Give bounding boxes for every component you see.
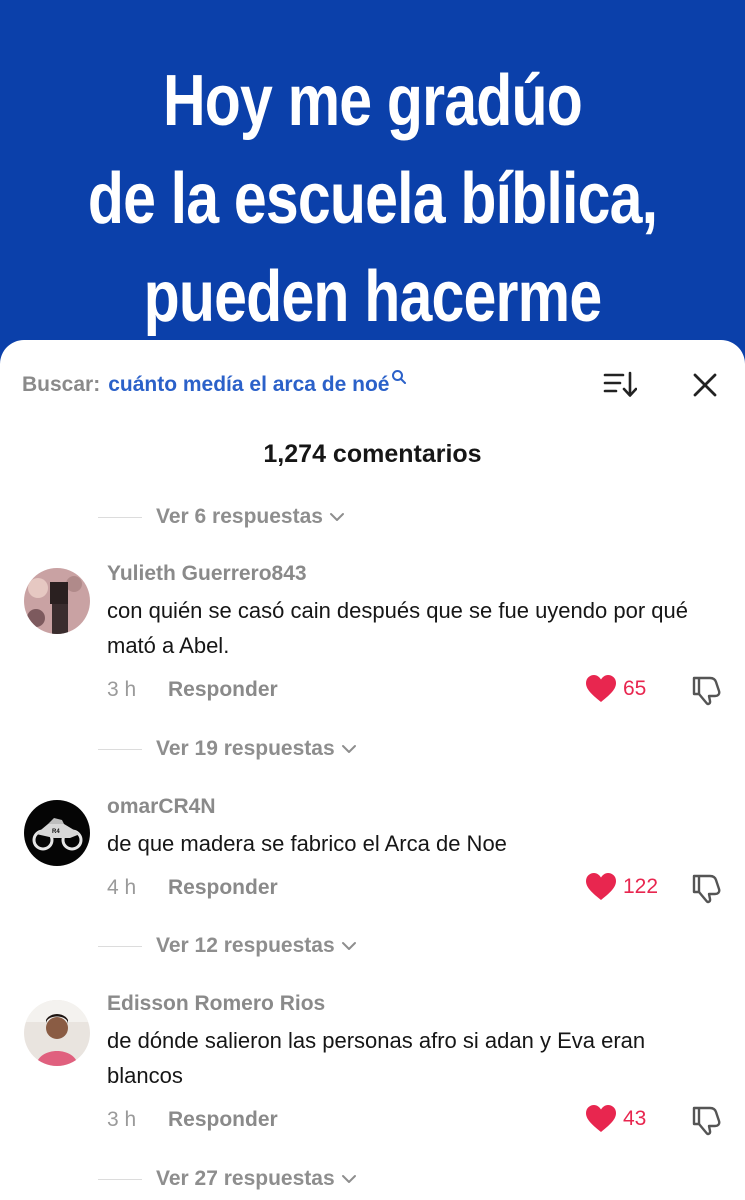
chevron-down-icon [329, 513, 344, 521]
dislike-icon[interactable] [690, 674, 722, 706]
avatar[interactable] [24, 1000, 90, 1066]
dislike-icon[interactable] [690, 1104, 722, 1136]
avatar[interactable] [24, 568, 90, 634]
like-count: 122 [623, 875, 659, 898]
view-replies-label: Ver 6 respuestas [156, 505, 323, 528]
search-mini-icon [392, 370, 407, 384]
comment-username[interactable]: omarCR4N [107, 795, 216, 819]
banner-line-2: de la escuela bíblica, [87, 159, 658, 239]
like-count: 43 [623, 1107, 647, 1130]
banner-line-1: Hoy me gradúo [162, 61, 583, 141]
view-replies-button[interactable]: Ver 6 respuestas [98, 503, 345, 531]
svg-text:R4: R4 [52, 829, 60, 835]
view-replies-label: Ver 19 respuestas [156, 737, 335, 760]
thread-divider [98, 1178, 142, 1180]
comment-time: 3 h [107, 678, 137, 701]
comment-username[interactable]: Yulieth Guerrero843 [107, 562, 307, 586]
reply-button[interactable]: Responder [168, 1108, 278, 1132]
dislike-icon[interactable] [690, 872, 722, 904]
heart-icon [586, 873, 616, 900]
like-button[interactable]: 122 [585, 872, 658, 902]
thread-divider [98, 748, 142, 750]
sort-icon[interactable] [603, 370, 637, 400]
view-replies-label: Ver 12 respuestas [156, 934, 335, 957]
comment-time: 3 h [107, 1108, 137, 1131]
chevron-down-icon [341, 1175, 356, 1183]
comment-time: 4 h [107, 876, 137, 899]
chevron-down-icon [341, 745, 356, 753]
view-replies-button[interactable]: Ver 27 respuestas [98, 1165, 357, 1193]
thread-divider [98, 516, 142, 518]
comments-count: 1,274 comentarios [263, 440, 482, 468]
close-icon[interactable] [690, 370, 720, 400]
reply-button[interactable]: Responder [168, 678, 278, 702]
search-suggestion[interactable]: Buscar: cuánto medía el arca de noé [22, 370, 407, 400]
heart-icon [586, 1105, 616, 1132]
heart-icon [586, 675, 616, 702]
view-replies-label: Ver 27 respuestas [156, 1167, 335, 1190]
search-label: Buscar: [22, 373, 101, 396]
comment-username[interactable]: Edisson Romero Rios [107, 992, 325, 1016]
comment-text: de dónde salieron las personas afro si a… [107, 1028, 646, 1088]
view-replies-button[interactable]: Ver 12 respuestas [98, 932, 357, 960]
chevron-down-icon [341, 942, 356, 950]
video-banner: Hoy me gradúo de la escuela bíblica, pue… [0, 0, 745, 360]
like-count: 65 [623, 677, 647, 700]
banner-line-3: pueden hacerme [143, 257, 603, 337]
avatar[interactable]: R4 [24, 800, 90, 866]
search-query-link[interactable]: cuánto medía el arca de noé [108, 373, 389, 397]
like-button[interactable]: 65 [585, 674, 646, 704]
banner-title: Hoy me gradúo de la escuela bíblica, pue… [67, 52, 678, 346]
like-button[interactable]: 43 [585, 1104, 646, 1134]
view-replies-button[interactable]: Ver 19 respuestas [98, 735, 357, 763]
comments-sheet: Buscar: cuánto medía el arca de noé 1,27… [0, 340, 745, 1200]
reply-button[interactable]: Responder [168, 876, 278, 900]
comment-text: de que madera se fabrico el Arca de Noe [107, 831, 507, 856]
comment-text: con quién se casó cain después que se fu… [107, 598, 688, 658]
thread-divider [98, 945, 142, 947]
